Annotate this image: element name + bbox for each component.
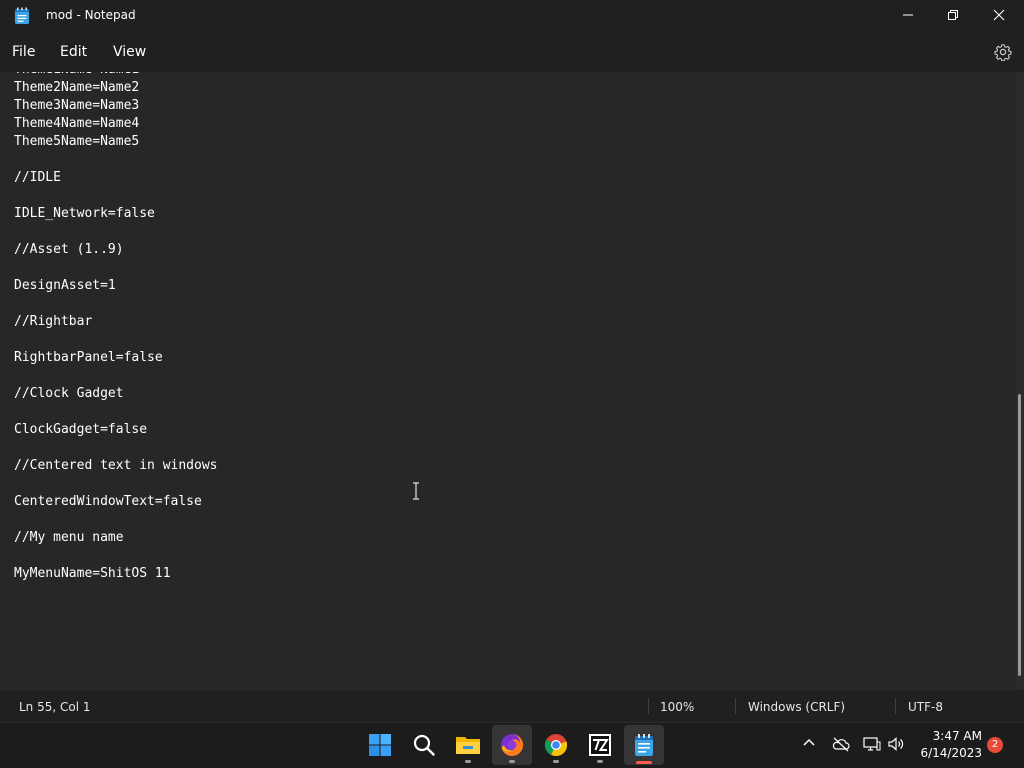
taskbar-chrome[interactable] — [536, 725, 576, 765]
close-button[interactable] — [976, 0, 1022, 30]
volume-icon[interactable] — [887, 736, 905, 752]
menu-view[interactable]: View — [113, 44, 146, 60]
file-explorer-icon — [456, 737, 480, 754]
scrollbar-thumb[interactable] — [1018, 394, 1021, 676]
status-bar: Ln 55, Col 1 100% Windows (CRLF) UTF-8 — [0, 690, 1024, 722]
start-button[interactable] — [360, 725, 400, 765]
running-indicator — [465, 760, 471, 763]
chevron-up-icon[interactable] — [802, 736, 816, 750]
clock-time: 3:47 AM — [932, 729, 982, 743]
title-bar[interactable]: mod - Notepad — [0, 0, 1024, 32]
taskbar-file-explorer[interactable] — [448, 725, 488, 765]
encoding[interactable]: UTF-8 — [908, 700, 943, 714]
clock-date: 6/14/2023 — [920, 746, 982, 760]
editor-content[interactable]: Theme1Name=Name1 Theme2Name=Name2 Theme3… — [14, 72, 218, 583]
text-cursor-icon — [413, 482, 419, 500]
system-clock[interactable]: 3:47 AM 6/14/2023 — [920, 728, 982, 762]
line-ending[interactable]: Windows (CRLF) — [748, 700, 845, 714]
taskbar-7zip[interactable] — [580, 725, 620, 765]
notification-badge[interactable]: 2 — [987, 737, 1003, 753]
running-indicator — [509, 760, 515, 763]
restore-button[interactable] — [930, 0, 976, 30]
7zip-icon — [589, 734, 611, 756]
taskbar-notepad[interactable] — [624, 725, 664, 765]
vertical-scrollbar[interactable] — [1016, 72, 1024, 690]
menu-bar: File Edit View — [0, 32, 1024, 72]
taskbar-firefox[interactable] — [492, 725, 532, 765]
cursor-position: Ln 55, Col 1 — [19, 700, 91, 714]
network-icon[interactable] — [863, 736, 881, 752]
active-indicator — [636, 761, 652, 764]
search-button[interactable] — [404, 725, 444, 765]
onedrive-offline-icon[interactable] — [832, 736, 850, 752]
status-divider — [648, 698, 649, 714]
taskbar: 3:47 AM 6/14/2023 2 — [0, 722, 1024, 768]
window-title: mod - Notepad — [46, 8, 136, 22]
status-divider — [895, 698, 896, 714]
status-divider — [735, 698, 736, 714]
settings-gear-icon[interactable] — [994, 43, 1012, 61]
menu-file[interactable]: File — [12, 44, 35, 60]
minimize-button[interactable] — [885, 0, 931, 30]
firefox-icon — [501, 733, 524, 756]
zoom-level[interactable]: 100% — [660, 700, 694, 714]
running-indicator — [597, 760, 603, 763]
running-indicator — [553, 760, 559, 763]
search-icon — [413, 734, 435, 756]
windows-start-icon — [369, 734, 391, 756]
minimize-icon — [903, 14, 913, 16]
close-icon — [993, 9, 1005, 21]
restore-icon — [948, 10, 958, 20]
text-editor[interactable]: Theme1Name=Name1 Theme2Name=Name2 Theme3… — [0, 72, 1016, 690]
chrome-icon — [544, 734, 568, 757]
notepad-icon — [635, 734, 653, 756]
menu-edit[interactable]: Edit — [60, 44, 87, 60]
notepad-app-icon — [15, 7, 29, 24]
